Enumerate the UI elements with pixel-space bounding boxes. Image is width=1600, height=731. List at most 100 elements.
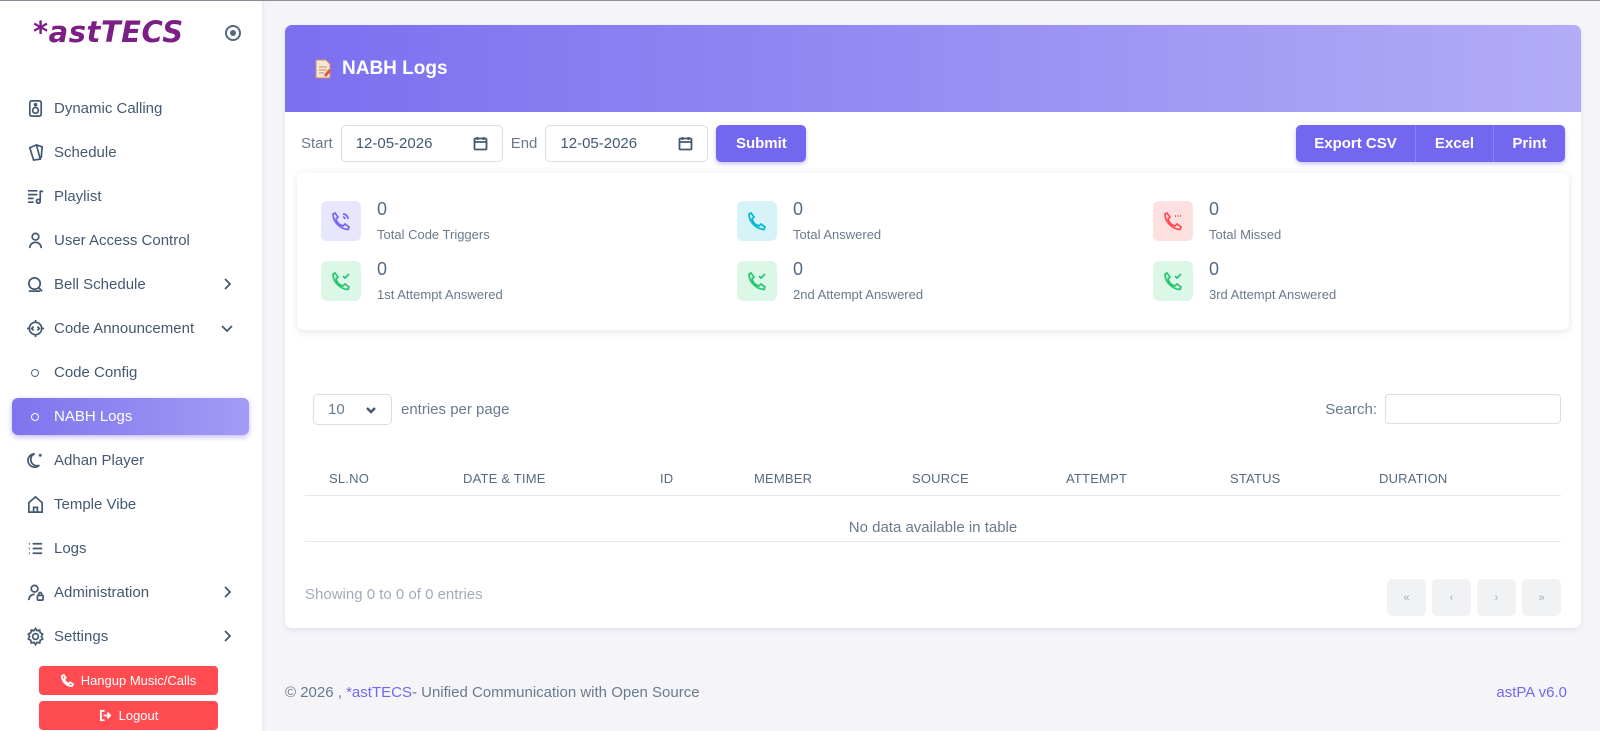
sidebar-toggle-icon[interactable] xyxy=(225,25,241,41)
sidebar-item-code-config[interactable]: Code Config xyxy=(12,354,249,391)
sidebar-item-adhan-player[interactable]: Adhan Player xyxy=(12,442,249,479)
sidebar-item-label: User Access Control xyxy=(54,232,190,249)
stat-value: 0 xyxy=(377,199,388,219)
column-header-member[interactable]: MEMBER xyxy=(754,471,812,486)
settings-code-icon xyxy=(25,319,45,339)
sidebar-item-label: Code Config xyxy=(54,364,138,381)
calendar-icon xyxy=(678,137,693,151)
submit-button[interactable]: Submit xyxy=(716,125,807,162)
phone-check-icon xyxy=(321,261,361,301)
column-header-date-time[interactable]: DATE & TIME xyxy=(463,471,546,486)
sidebar-item-code-announcement[interactable]: Code Announcement xyxy=(12,310,249,347)
chevron-down-icon xyxy=(366,406,376,414)
last-page-button[interactable]: » xyxy=(1522,579,1561,616)
sidebar-item-dynamic-calling[interactable]: Dynamic Calling xyxy=(12,90,249,127)
circle-icon xyxy=(25,412,45,421)
sidebar-item-label: Adhan Player xyxy=(54,452,145,469)
calendar-icon xyxy=(473,137,488,151)
sidebar-item-logs[interactable]: Logs xyxy=(12,530,249,567)
sidebar-item-label: Schedule xyxy=(54,144,117,161)
phone-check-icon xyxy=(737,261,777,301)
first-page-button[interactable]: « xyxy=(1387,579,1426,616)
footer-prefix: © 2026 , xyxy=(285,684,347,701)
table-header-divider xyxy=(305,495,1561,496)
bell-icon xyxy=(25,275,45,295)
column-header-status[interactable]: STATUS xyxy=(1230,471,1281,486)
footer-brand-link[interactable]: *astTECS xyxy=(346,684,412,701)
stat-3rd-attempt-answered: 0 3rd Attempt Answered xyxy=(1153,259,1336,302)
chevron-down-icon xyxy=(221,325,233,333)
speaker-icon xyxy=(25,99,45,119)
footer-suffix: - Unified Communication with Open Source xyxy=(411,684,700,701)
nabh-logs-card: NABH Logs Start 12-05-2026 End 12-05-202… xyxy=(285,25,1581,628)
sidebar-item-label: Administration xyxy=(54,584,150,601)
stat-value: 0 xyxy=(1209,259,1220,279)
stat-value: 0 xyxy=(793,199,804,219)
sidebar-item-label: Logs xyxy=(54,540,87,557)
phone-icon xyxy=(60,674,74,687)
pagination: « ‹ › » xyxy=(1387,579,1561,616)
sidebar-item-label: Playlist xyxy=(54,188,102,205)
start-label: Start xyxy=(301,135,333,152)
end-date-value: 12-05-2026 xyxy=(560,135,638,152)
logout-button[interactable]: Logout xyxy=(39,701,218,730)
user-lock-icon xyxy=(25,583,45,603)
document-icon xyxy=(315,59,331,78)
sidebar-item-playlist[interactable]: Playlist xyxy=(12,178,249,215)
stat-label: 2nd Attempt Answered xyxy=(793,287,924,302)
sidebar-item-nabh-logs[interactable]: NABH Logs xyxy=(12,398,249,435)
sidebar-item-bell-schedule[interactable]: Bell Schedule xyxy=(12,266,249,303)
sidebar-item-settings[interactable]: Settings xyxy=(12,618,249,655)
chevron-right-icon xyxy=(224,278,232,290)
table-search: Search: xyxy=(1325,394,1561,424)
chevron-right-icon xyxy=(224,630,232,642)
circle-icon xyxy=(25,368,45,377)
footer-copyright: © 2026 , *astTECS- Unified Communication… xyxy=(285,684,700,701)
previous-page-button[interactable]: ‹ xyxy=(1432,579,1471,616)
stat-total-code-triggers: 0 Total Code Triggers xyxy=(321,199,490,242)
hangup-label: Hangup Music/Calls xyxy=(80,673,197,688)
sidebar-item-administration[interactable]: Administration xyxy=(12,574,249,611)
stat-value: 0 xyxy=(377,259,388,279)
brand-logo[interactable]: *astTECS xyxy=(33,15,184,49)
sidebar-item-label: Dynamic Calling xyxy=(54,100,163,117)
calendar-icon xyxy=(25,143,45,163)
stat-label: Total Code Triggers xyxy=(377,227,490,242)
stat-label: 1st Attempt Answered xyxy=(377,287,503,302)
phone-missed-icon xyxy=(1153,201,1193,241)
stat-total-answered: 0 Total Answered xyxy=(737,199,881,242)
start-date-input[interactable]: 12-05-2026 xyxy=(340,125,503,162)
next-page-button[interactable]: › xyxy=(1477,579,1516,616)
date-filter: Start 12-05-2026 End 12-05-2026 Submit xyxy=(301,125,807,162)
search-input[interactable] xyxy=(1385,394,1561,424)
sidebar-item-label: Bell Schedule xyxy=(54,276,146,293)
logout-icon xyxy=(99,709,112,722)
column-header-id[interactable]: ID xyxy=(660,471,673,486)
stat-value: 0 xyxy=(1209,199,1220,219)
gear-icon xyxy=(25,627,45,647)
excel-button[interactable]: Excel xyxy=(1416,125,1494,162)
export-buttons: Export CSV Excel Print xyxy=(1296,125,1565,162)
entries-per-page-value: 10 xyxy=(328,401,345,418)
page-title: NABH Logs xyxy=(342,57,448,79)
sidebar-item-schedule[interactable]: Schedule xyxy=(12,134,249,171)
column-header-attempt[interactable]: ATTEMPT xyxy=(1066,471,1127,486)
export-csv-button[interactable]: Export CSV xyxy=(1296,125,1416,162)
sidebar-item-label: Code Announcement xyxy=(54,320,195,337)
print-button[interactable]: Print xyxy=(1494,125,1565,162)
sidebar: *astTECS Dynamic Calling Schedule Playli… xyxy=(0,1,262,731)
column-header-source[interactable]: SOURCE xyxy=(912,471,969,486)
end-date-input[interactable]: 12-05-2026 xyxy=(545,125,709,162)
hangup-button[interactable]: Hangup Music/Calls xyxy=(39,666,218,695)
column-header-sl-no[interactable]: SL.NO xyxy=(329,471,369,486)
search-label: Search: xyxy=(1325,400,1377,418)
sidebar-item-user-access-control[interactable]: User Access Control xyxy=(12,222,249,259)
footer-version: astPA v6.0 xyxy=(1496,684,1567,701)
column-header-duration[interactable]: DURATION xyxy=(1379,471,1448,486)
stat-2nd-attempt-answered: 0 2nd Attempt Answered xyxy=(737,259,924,302)
entries-per-page-select[interactable]: 10 xyxy=(313,394,392,425)
start-date-value: 12-05-2026 xyxy=(355,135,433,152)
stat-total-missed: 0 Total Missed xyxy=(1153,199,1281,242)
sidebar-item-temple-vibe[interactable]: Temple Vibe xyxy=(12,486,249,523)
sidebar-nav: Dynamic Calling Schedule Playlist User A… xyxy=(12,90,249,662)
